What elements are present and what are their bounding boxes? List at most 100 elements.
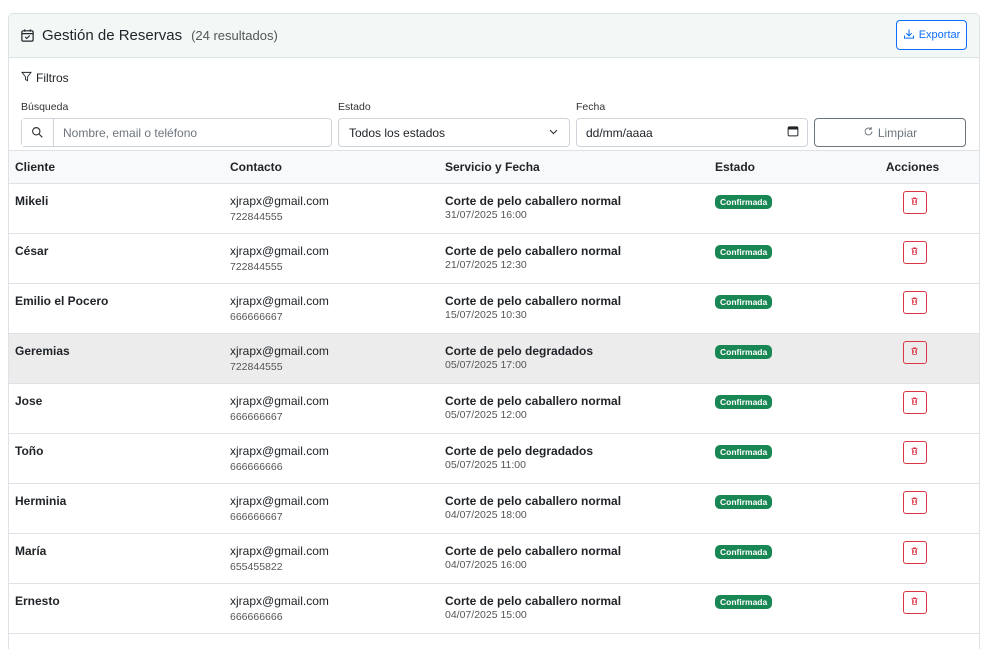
delete-button[interactable] (902, 540, 927, 564)
table-row: Ernesto xjrapx@gmail.com 666666666 Corte de… (9, 583, 979, 634)
contact-email: xjrapx@gmail.com (230, 543, 329, 558)
table-row: Toño xjrapx@gmail.com 666666666 Corte de pe… (9, 433, 979, 484)
servicio-cell: Corte de pelo caballero normal 31/07/2025… (439, 183, 709, 234)
table-row: Mikeli xjrapx@gmail.com 722844555 Corte de … (9, 183, 979, 234)
service-datetime: 15/07/2025 10:30 (445, 308, 527, 321)
service-name: Corte de pelo caballero normal (445, 593, 622, 608)
filters-title-label: Filtros (36, 71, 69, 85)
estado-cell: Confirmada (709, 283, 844, 334)
cliente-cell: Jose (9, 383, 224, 434)
cliente-cell: Toño (9, 433, 224, 484)
contact-email: xjrapx@gmail.com (230, 443, 329, 458)
acciones-cell (844, 583, 979, 634)
service-datetime: 05/07/2025 12:00 (445, 408, 527, 421)
column-header-acciones: Acciones (844, 151, 979, 184)
estado-cell: Confirmada (709, 533, 844, 584)
estado-cell: Confirmada (709, 233, 844, 284)
service-name: Corte de pelo caballero normal (445, 193, 622, 208)
acciones-cell (844, 183, 979, 234)
status-badge: Confirmada (715, 344, 773, 359)
servicio-cell: Corte de pelo degradados 05/07/2025 17:00 (439, 333, 709, 384)
table-header-row: Cliente Contacto Servicio y Fecha Estado… (9, 151, 979, 184)
estado-cell: Confirmada (709, 483, 844, 534)
trash-icon (910, 495, 919, 509)
estado-cell: Confirmada (709, 183, 844, 234)
status-badge: Confirmada (715, 294, 773, 309)
fecha-label: Fecha (576, 101, 606, 113)
contact-phone: 722844555 (230, 360, 283, 373)
servicio-cell: Corte de pelo caballero normal 15/07/2025… (439, 283, 709, 334)
contact-email: xjrapx@gmail.com (230, 593, 329, 608)
limpiar-button[interactable]: Limpiar (814, 118, 966, 147)
column-header-estado: Estado (709, 151, 844, 184)
cliente-name: Toño (15, 443, 44, 458)
trash-icon (910, 445, 919, 459)
delete-button[interactable] (902, 340, 927, 364)
cliente-cell: Ernesto (9, 583, 224, 634)
servicio-cell: Corte de pelo caballero normal 05/07/2025… (439, 383, 709, 434)
service-name: Corte de pelo caballero normal (445, 393, 622, 408)
calendar-icon[interactable] (787, 125, 799, 140)
column-header-servicio: Servicio y Fecha (439, 151, 709, 184)
search-field (21, 118, 332, 147)
contacto-cell: xjrapx@gmail.com 666666666 (224, 433, 439, 484)
contact-email: xjrapx@gmail.com (230, 293, 329, 308)
trash-icon (910, 345, 919, 359)
filter-icon (21, 71, 32, 85)
servicio-cell: Corte de pelo caballero normal 21/07/2025… (439, 233, 709, 284)
service-datetime: 04/07/2025 16:00 (445, 558, 527, 571)
delete-button[interactable] (902, 490, 927, 514)
delete-button[interactable] (902, 290, 927, 314)
contact-phone: 666666667 (230, 310, 283, 323)
servicio-cell: Corte de pelo degradados 05/07/2025 11:00 (439, 433, 709, 484)
contacto-cell: xjrapx@gmail.com 722844555 (224, 233, 439, 284)
cliente-cell: María (9, 533, 224, 584)
cliente-name: Emilio el Pocero (15, 293, 109, 308)
acciones-cell (844, 283, 979, 334)
reservations-card: Gestión de Reservas (24 resultados) Expo… (8, 13, 980, 649)
estado-select[interactable]: Todos los estados (338, 118, 570, 147)
calendar-check-icon (20, 28, 35, 43)
export-button[interactable]: Exportar (896, 20, 967, 50)
table-body: Mikeli xjrapx@gmail.com 722844555 Corte de … (9, 183, 979, 634)
table-row: Emilio el Pocero xjrapx@gmail.com 66666666… (9, 283, 979, 334)
trash-icon (910, 545, 919, 559)
service-datetime: 04/07/2025 18:00 (445, 508, 527, 521)
trash-icon (910, 245, 919, 259)
contact-phone: 722844555 (230, 260, 283, 273)
service-datetime: 21/07/2025 12:30 (445, 258, 527, 271)
table-row: Geremias xjrapx@gmail.com 722844555 Corte d… (9, 333, 979, 384)
estado-select-value: Todos los estados (349, 125, 446, 140)
cliente-name: Ernesto (15, 593, 60, 608)
delete-button[interactable] (902, 590, 927, 614)
delete-button[interactable] (902, 190, 927, 214)
acciones-cell (844, 483, 979, 534)
delete-button[interactable] (902, 390, 927, 414)
service-datetime: 05/07/2025 11:00 (445, 458, 526, 471)
table-row: César xjrapx@gmail.com 722844555 Corte de p… (9, 233, 979, 284)
fecha-input[interactable]: dd/mm/aaaa (576, 118, 808, 147)
delete-button[interactable] (902, 440, 927, 464)
servicio-cell: Corte de pelo caballero normal 04/07/2025… (439, 533, 709, 584)
service-name: Corte de pelo degradados (445, 343, 594, 358)
search-label: Búsqueda (21, 101, 69, 113)
estado-cell: Confirmada (709, 433, 844, 484)
contact-email: xjrapx@gmail.com (230, 393, 329, 408)
service-name: Corte de pelo caballero normal (445, 293, 622, 308)
filters-title: Filtros (21, 71, 69, 85)
acciones-cell (844, 233, 979, 284)
cliente-name: César (15, 243, 49, 258)
contact-email: xjrapx@gmail.com (230, 243, 329, 258)
trash-icon (910, 295, 919, 309)
contact-email: xjrapx@gmail.com (230, 493, 329, 508)
estado-label: Estado (338, 101, 371, 113)
search-input[interactable] (54, 125, 331, 140)
cliente-name: Jose (15, 393, 43, 408)
contact-phone: 666666667 (230, 510, 283, 523)
table-row: Herminia xjrapx@gmail.com 666666667 Corte d… (9, 483, 979, 534)
cliente-name: Geremias (15, 343, 70, 358)
cliente-cell: Geremias (9, 333, 224, 384)
delete-button[interactable] (902, 240, 927, 264)
contact-phone: 666666666 (230, 460, 283, 473)
contact-email: xjrapx@gmail.com (230, 343, 329, 358)
